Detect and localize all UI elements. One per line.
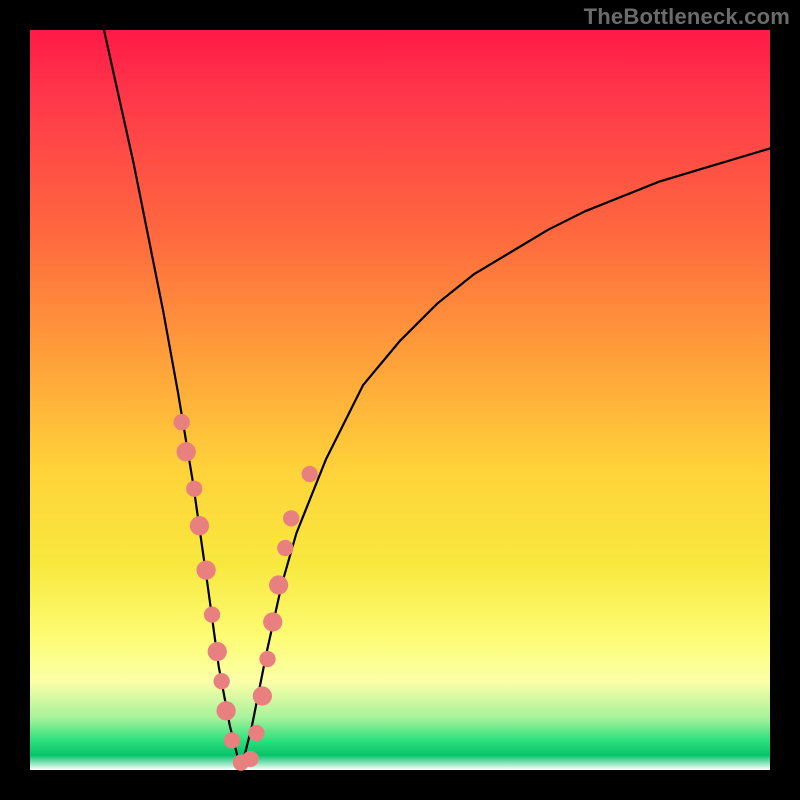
data-marker [197,561,216,580]
data-marker [216,701,235,720]
bottleneck-curve-right-branch [241,148,770,770]
data-marker [174,414,190,430]
data-marker [190,516,209,535]
data-marker [204,606,220,622]
attribution-watermark: TheBottleneck.com [584,4,790,30]
curve-svg [30,30,770,770]
plot-area [30,30,770,770]
data-marker [302,466,318,482]
data-marker [283,510,299,526]
data-marker [186,481,202,497]
data-marker [263,612,282,631]
data-marker [259,651,275,667]
data-marker [248,725,264,741]
data-marker [214,673,230,689]
data-marker [253,686,272,705]
data-marker [269,575,288,594]
data-marker [224,732,240,748]
data-marker [177,442,196,461]
chart-canvas: TheBottleneck.com [0,0,800,800]
data-marker [208,642,227,661]
data-marker [277,540,293,556]
data-marker [242,751,258,767]
